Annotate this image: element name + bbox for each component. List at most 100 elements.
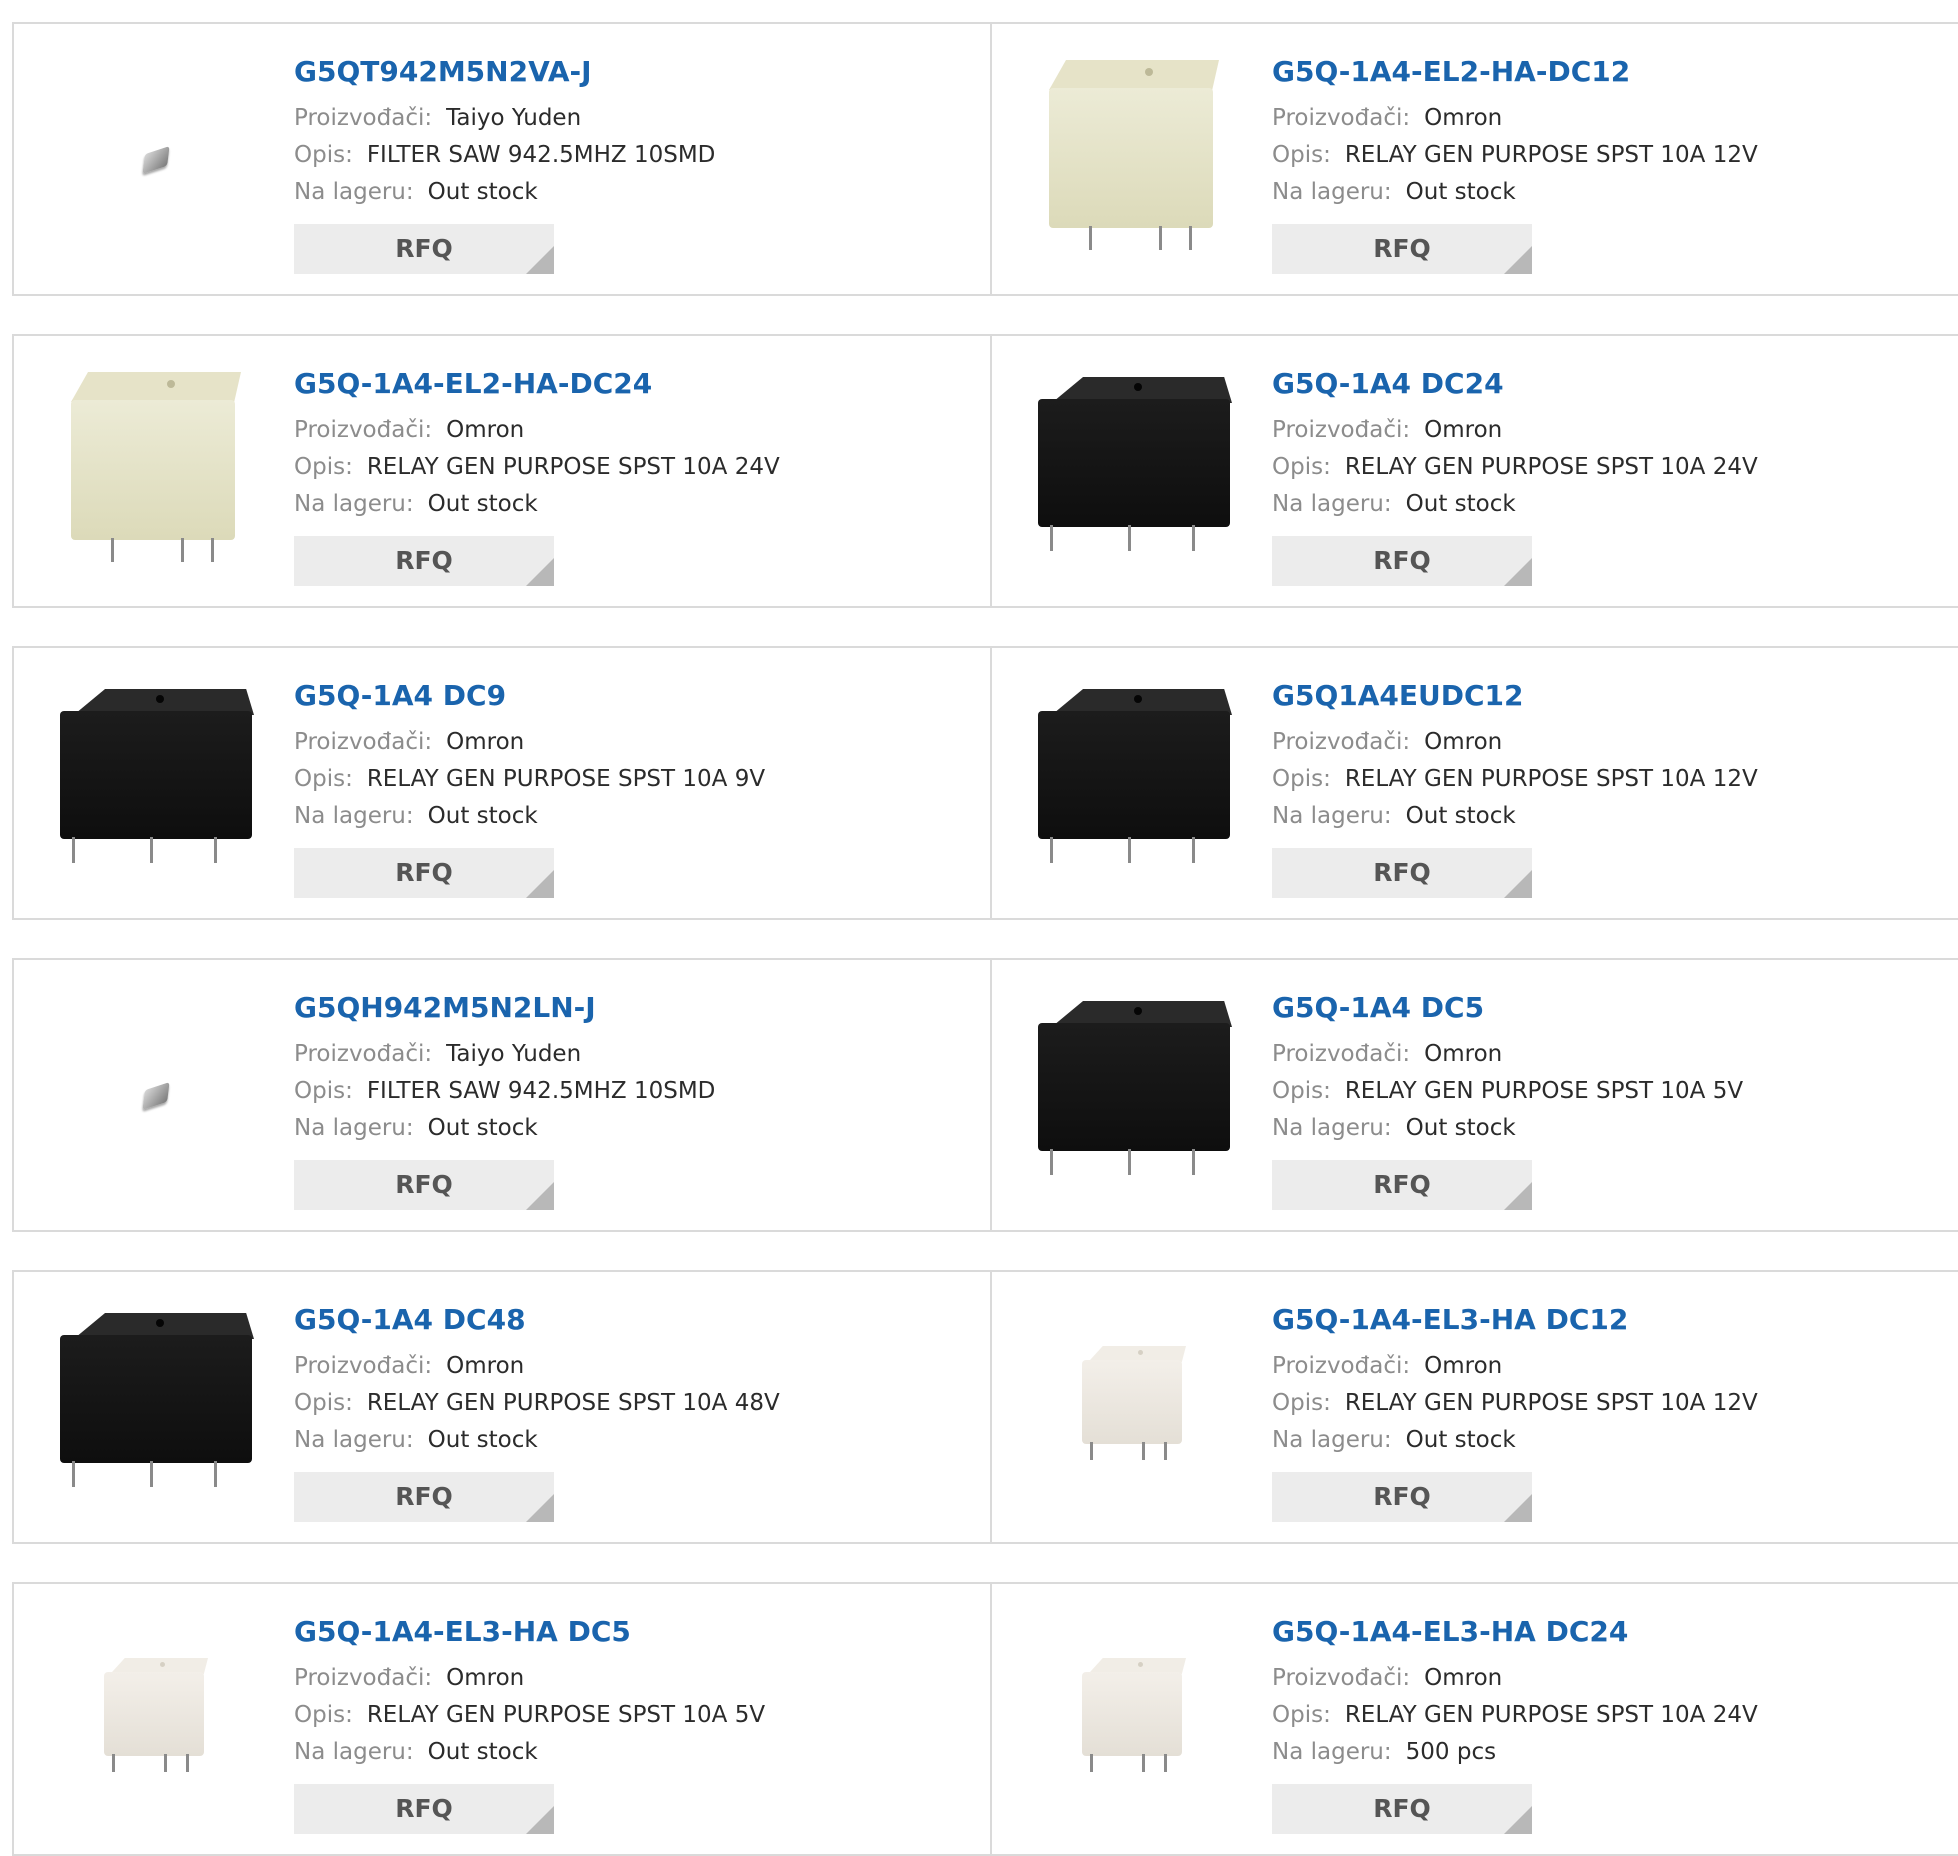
- stock-value: Out stock: [427, 491, 538, 517]
- product-name-link[interactable]: G5Q-1A4-EL3-HA DC5: [294, 1614, 974, 1650]
- stock-label: Na lageru:: [294, 1115, 414, 1141]
- rfq-button[interactable]: RFQ: [294, 1472, 554, 1522]
- product-image[interactable]: [54, 1306, 258, 1510]
- product-image[interactable]: [1032, 682, 1236, 886]
- saw-filter-chip-icon: [142, 146, 170, 174]
- relay-body: [1038, 1023, 1230, 1151]
- product-name-link[interactable]: G5Q-1A4-EL2-HA-DC12: [1272, 54, 1952, 90]
- description-label: Opis:: [1272, 1078, 1331, 1104]
- stock-line: Na lageru: 500 pcs: [1272, 1734, 1952, 1771]
- description-line: Opis: RELAY GEN PURPOSE SPST 10A 5V: [294, 1697, 974, 1734]
- manufacturer-label: Proizvođači:: [1272, 105, 1411, 131]
- product-image[interactable]: [54, 682, 258, 886]
- rfq-button[interactable]: RFQ: [1272, 1784, 1532, 1834]
- product-card: G5Q-1A4-EL2-HA-DC12 Proizvođači: Omron Opis…: [990, 22, 1958, 296]
- product-image[interactable]: [1032, 1618, 1236, 1822]
- rfq-button[interactable]: RFQ: [1272, 1472, 1532, 1522]
- product-name-link[interactable]: G5Q-1A4 DC9: [294, 678, 974, 714]
- description-label: Opis:: [1272, 454, 1331, 480]
- rfq-button[interactable]: RFQ: [294, 224, 554, 274]
- relay-hole: [156, 695, 164, 703]
- corner-arrow-icon: [1504, 870, 1532, 898]
- stock-label: Na lageru:: [294, 179, 414, 205]
- product-grid: G5QT942M5N2VA-J Proizvođači: Taiyo Yuden Op…: [0, 0, 1958, 1856]
- product-name-link[interactable]: G5Q1A4EUDC12: [1272, 678, 1952, 714]
- description-label: Opis:: [1272, 1702, 1331, 1728]
- product-info: G5Q-1A4 DC9 Proizvođači: Omron Opis: RELAY G…: [294, 678, 974, 835]
- product-image[interactable]: [54, 58, 258, 262]
- manufacturer-value: Omron: [446, 1665, 525, 1691]
- rfq-button-label: RFQ: [395, 1482, 453, 1511]
- product-image[interactable]: [1032, 1306, 1236, 1510]
- product-card: G5Q-1A4-EL2-HA-DC24 Proizvođači: Omron Opis…: [12, 334, 992, 608]
- relay-hole: [1138, 1662, 1143, 1667]
- product-info: G5QH942M5N2LN-J Proizvođači: Taiyo Yuden Op…: [294, 990, 974, 1147]
- manufacturer-label: Proizvođači:: [1272, 1041, 1411, 1067]
- product-name-link[interactable]: G5QH942M5N2LN-J: [294, 990, 974, 1026]
- black-relay-icon: [1036, 1001, 1232, 1191]
- product-image[interactable]: [1032, 370, 1236, 574]
- product-card: G5QH942M5N2LN-J Proizvođači: Taiyo Yuden Op…: [12, 958, 992, 1232]
- product-name-link[interactable]: G5Q-1A4 DC24: [1272, 366, 1952, 402]
- product-name-link[interactable]: G5Q-1A4 DC5: [1272, 990, 1952, 1026]
- manufacturer-value: Omron: [446, 729, 525, 755]
- product-image[interactable]: [1032, 994, 1236, 1198]
- product-card: G5Q-1A4 DC24 Proizvođači: Omron Opis: RELAY …: [990, 334, 1958, 608]
- product-name-link[interactable]: G5Q-1A4-EL2-HA-DC24: [294, 366, 974, 402]
- product-image[interactable]: [54, 1618, 258, 1822]
- product-name-link[interactable]: G5Q-1A4-EL3-HA DC12: [1272, 1302, 1952, 1338]
- white-relay-icon: [1082, 1346, 1186, 1470]
- stock-value: Out stock: [427, 803, 538, 829]
- stock-value: Out stock: [1405, 491, 1516, 517]
- corner-arrow-icon: [526, 558, 554, 586]
- stock-line: Na lageru: Out stock: [294, 1422, 974, 1459]
- corner-arrow-icon: [526, 870, 554, 898]
- manufacturer-line: Proizvođači: Omron: [1272, 100, 1952, 137]
- product-info: G5QT942M5N2VA-J Proizvođači: Taiyo Yuden Op…: [294, 54, 974, 211]
- product-name-link[interactable]: G5Q-1A4-EL3-HA DC24: [1272, 1614, 1952, 1650]
- description-line: Opis: RELAY GEN PURPOSE SPST 10A 9V: [294, 761, 974, 798]
- manufacturer-value: Omron: [446, 417, 525, 443]
- relay-top: [1049, 60, 1219, 90]
- product-image[interactable]: [1032, 58, 1236, 262]
- manufacturer-label: Proizvođači:: [294, 1041, 433, 1067]
- product-name-link[interactable]: G5Q-1A4 DC48: [294, 1302, 974, 1338]
- relay-pin: [72, 1461, 75, 1487]
- relay-body: [104, 1672, 204, 1756]
- rfq-button[interactable]: RFQ: [294, 1784, 554, 1834]
- rfq-button[interactable]: RFQ: [294, 536, 554, 586]
- product-info: G5Q-1A4-EL2-HA-DC24 Proizvođači: Omron Opis…: [294, 366, 974, 523]
- rfq-button[interactable]: RFQ: [294, 848, 554, 898]
- rfq-button-label: RFQ: [1373, 234, 1431, 263]
- product-image[interactable]: [54, 994, 258, 1198]
- rfq-button[interactable]: RFQ: [1272, 536, 1532, 586]
- rfq-button[interactable]: RFQ: [294, 1160, 554, 1210]
- rfq-button[interactable]: RFQ: [1272, 224, 1532, 274]
- relay-pin: [181, 538, 184, 562]
- saw-filter-chip-icon: [142, 1082, 170, 1110]
- rfq-button[interactable]: RFQ: [1272, 1160, 1532, 1210]
- relay-body: [71, 400, 235, 540]
- product-image[interactable]: [54, 370, 258, 574]
- relay-pin: [1090, 1442, 1093, 1460]
- manufacturer-line: Proizvođači: Taiyo Yuden: [294, 100, 974, 137]
- relay-pin: [186, 1754, 189, 1772]
- relay-pin: [214, 837, 217, 863]
- product-card: G5QT942M5N2VA-J Proizvođači: Taiyo Yuden Op…: [12, 22, 992, 296]
- manufacturer-value: Omron: [1424, 729, 1503, 755]
- product-name-link[interactable]: G5QT942M5N2VA-J: [294, 54, 974, 90]
- relay-hole: [160, 1662, 165, 1667]
- relay-pin: [1050, 1149, 1053, 1175]
- rfq-button[interactable]: RFQ: [1272, 848, 1532, 898]
- description-line: Opis: RELAY GEN PURPOSE SPST 10A 5V: [1272, 1073, 1952, 1110]
- stock-value: Out stock: [427, 1739, 538, 1765]
- description-label: Opis:: [294, 1702, 353, 1728]
- description-label: Opis:: [294, 1078, 353, 1104]
- relay-body: [60, 1335, 252, 1463]
- description-value: RELAY GEN PURPOSE SPST 10A 9V: [366, 766, 766, 792]
- white-relay-icon: [104, 1658, 208, 1782]
- stock-line: Na lageru: Out stock: [1272, 798, 1952, 835]
- relay-hole: [156, 1319, 164, 1327]
- stock-line: Na lageru: Out stock: [294, 486, 974, 523]
- manufacturer-label: Proizvođači:: [1272, 729, 1411, 755]
